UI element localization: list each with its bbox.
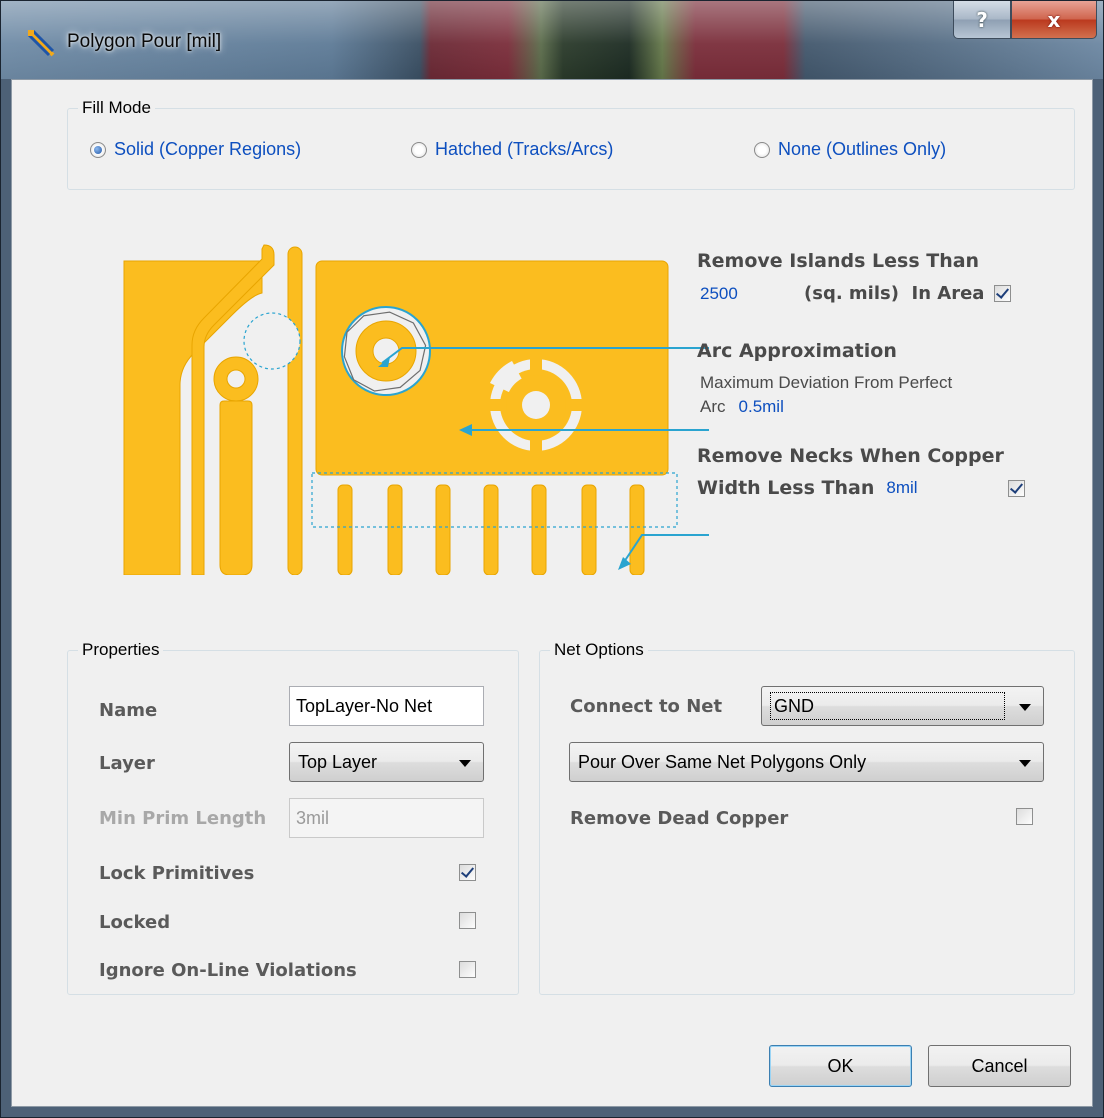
window-title: Polygon Pour [mil] [67, 31, 222, 52]
arc-approx-prefix: Arc [700, 397, 726, 416]
remove-necks-title: Remove Necks When Copper [697, 445, 1004, 467]
close-button[interactable]: x [1011, 1, 1097, 39]
title-bar[interactable]: Polygon Pour [mil] ? x [1, 1, 1103, 79]
arc-approx-title: Arc Approximation [697, 340, 897, 362]
lock-primitives-checkbox[interactable] [459, 864, 476, 881]
layer-select[interactable]: Top Layer [289, 742, 484, 782]
radio-solid-label: Solid (Copper Regions) [114, 139, 302, 159]
ignore-violations-checkbox[interactable] [459, 961, 476, 978]
radio-none-indicator[interactable] [754, 141, 770, 158]
dialog-client-area: Fill Mode Solid (Copper Regions) Hatched… [11, 79, 1093, 1107]
remove-necks-checkbox[interactable] [1008, 479, 1026, 497]
net-options-title: Net Options [550, 640, 648, 660]
help-icon: ? [976, 7, 988, 32]
radio-none-label: None (Outlines Only) [778, 139, 947, 159]
radio-none[interactable]: None (Outlines Only) [754, 139, 946, 160]
lock-primitives-label: Lock Primitives [99, 863, 255, 884]
ignore-violations-label: Ignore On-Line Violations [99, 960, 357, 981]
radio-hatched-indicator[interactable] [411, 141, 427, 158]
arc-approx-value[interactable]: 0.5mil [739, 397, 784, 416]
remove-necks-label: Width Less Than [697, 477, 875, 499]
chevron-down-icon [1019, 704, 1031, 711]
min-prim-length-label: Min Prim Length [99, 808, 267, 829]
fill-mode-group: Fill Mode Solid (Copper Regions) Hatched… [67, 98, 1075, 190]
layer-label: Layer [99, 753, 155, 774]
remove-islands-title: Remove Islands Less Than [697, 250, 980, 272]
remove-dead-copper-checkbox[interactable] [1016, 808, 1033, 825]
remove-islands-checkbox[interactable] [994, 285, 1012, 302]
help-button[interactable]: ? [953, 1, 1011, 39]
min-prim-length-input[interactable]: 3mil [289, 798, 484, 838]
chevron-down-icon [1019, 760, 1031, 767]
pour-over-select[interactable]: Pour Over Same Net Polygons Only [569, 742, 1044, 782]
locked-checkbox[interactable] [459, 912, 476, 929]
radio-solid[interactable]: Solid (Copper Regions) [90, 139, 301, 160]
remove-islands-value[interactable]: 2500 [700, 284, 804, 304]
connect-to-net-label: Connect to Net [570, 696, 723, 717]
radio-solid-indicator[interactable] [90, 141, 106, 158]
ok-button[interactable]: OK [769, 1045, 912, 1087]
remove-islands-suffix: (sq. mils) In Area [804, 283, 985, 304]
layer-select-value: Top Layer [298, 751, 378, 772]
dialog-window: Polygon Pour [mil] ? x Fill Mode Solid (… [0, 0, 1104, 1118]
chevron-down-icon [459, 760, 471, 767]
close-icon: x [1047, 7, 1061, 32]
remove-necks-row: Width Less Than 8mil [697, 477, 1026, 499]
title-buttons: ? x [953, 1, 1097, 39]
name-input[interactable]: TopLayer-No Net [289, 686, 484, 726]
cancel-button[interactable]: Cancel [928, 1045, 1071, 1087]
radio-hatched-label: Hatched (Tracks/Arcs) [435, 139, 614, 159]
connect-to-net-select[interactable]: GND [761, 686, 1044, 726]
arc-approx-desc: Maximum Deviation From Perfect [700, 373, 953, 392]
name-label: Name [99, 700, 158, 721]
remove-necks-value[interactable]: 8mil [886, 478, 986, 498]
locked-label: Locked [99, 912, 171, 933]
altium-app-icon [27, 29, 55, 57]
polygon-pour-illustration [123, 244, 709, 575]
remove-dead-copper-label: Remove Dead Copper [570, 808, 789, 829]
fill-mode-title: Fill Mode [78, 98, 155, 118]
pour-over-value: Pour Over Same Net Polygons Only [578, 751, 867, 772]
remove-islands-row: 2500 (sq. mils) In Area [700, 283, 1012, 304]
radio-hatched[interactable]: Hatched (Tracks/Arcs) [411, 139, 613, 160]
properties-title: Properties [78, 640, 164, 660]
arc-approx-row: Arc 0.5mil [700, 396, 784, 417]
connect-to-net-value: GND [770, 692, 1005, 720]
